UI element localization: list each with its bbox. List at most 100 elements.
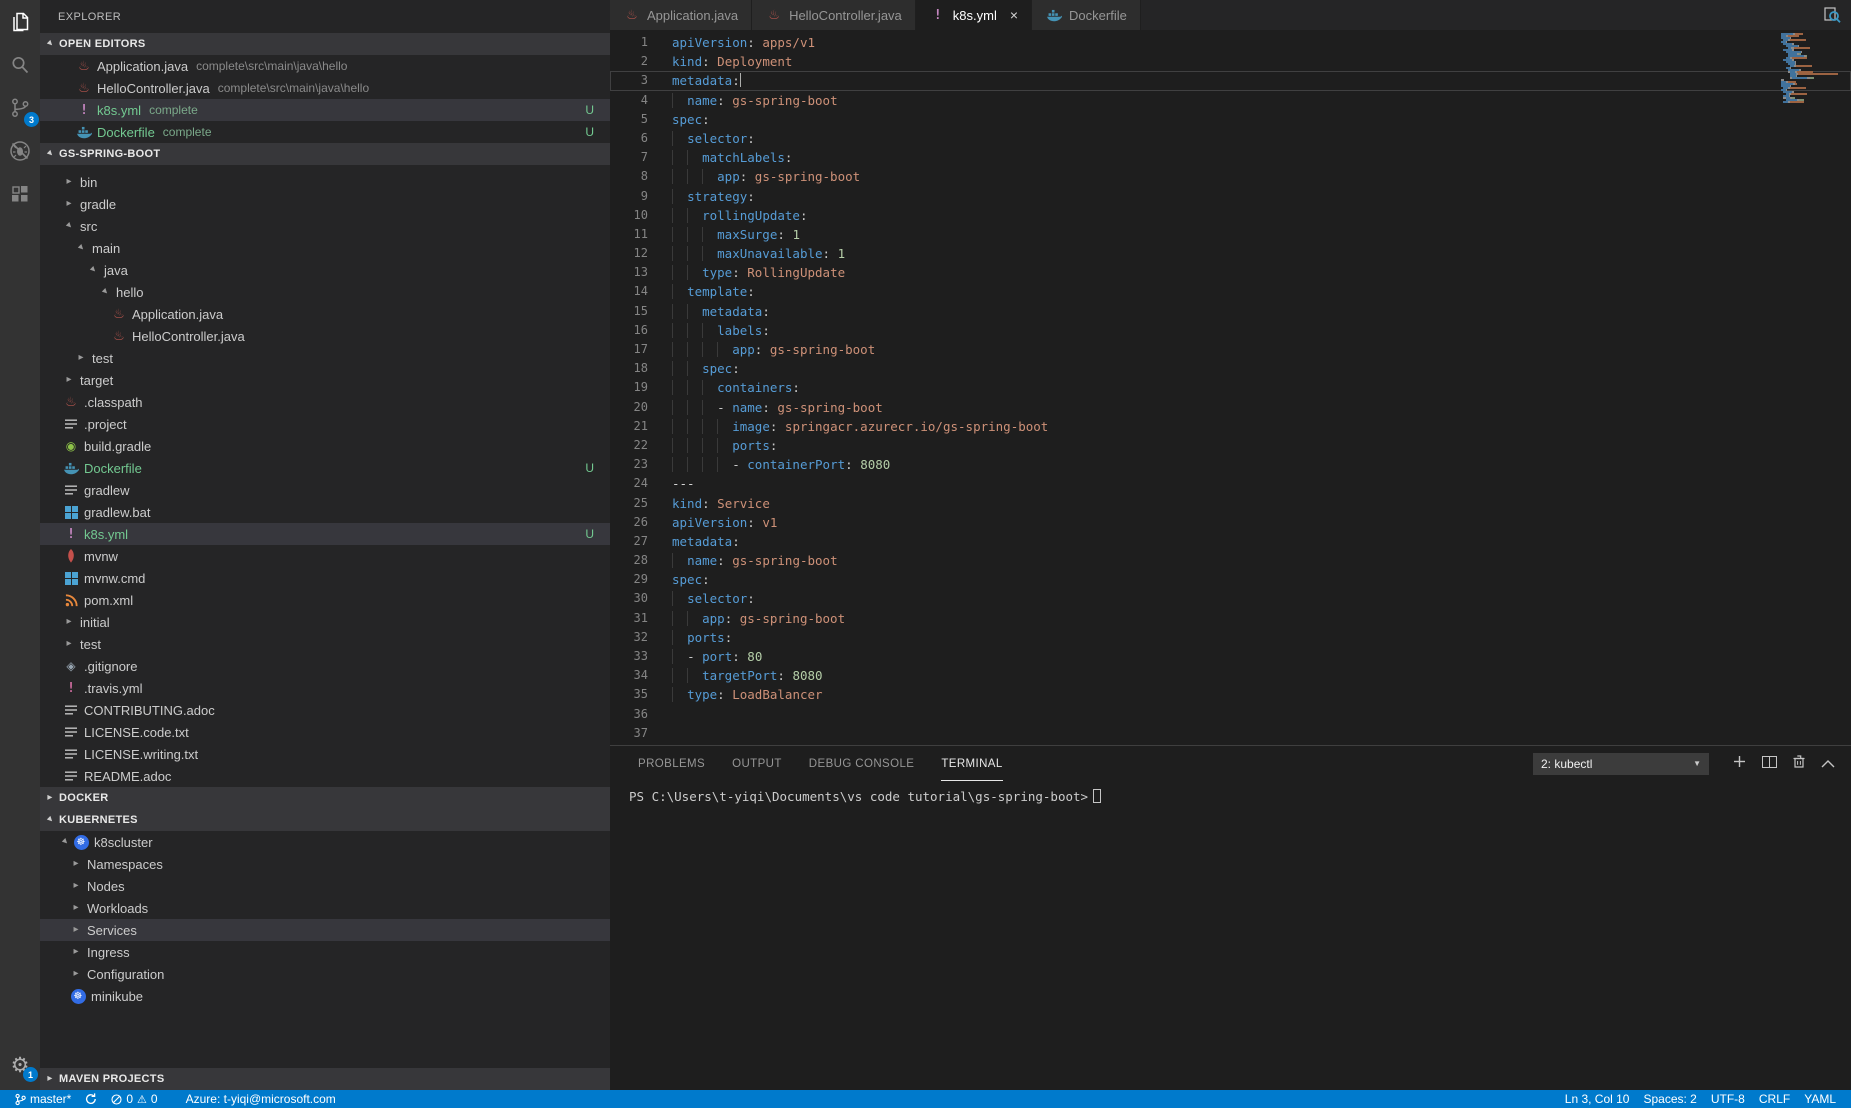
tree-item-ingress[interactable]: ▸Ingress: [40, 941, 610, 963]
tree-item-application-java[interactable]: ♨Application.java: [40, 303, 610, 325]
source-control-icon[interactable]: 3: [0, 86, 40, 129]
code-line[interactable]: 23 - containerPort: 8080: [610, 455, 1851, 474]
kill-terminal-icon[interactable]: [1793, 755, 1805, 773]
code-line[interactable]: 33 - port: 80: [610, 647, 1851, 666]
code-line[interactable]: 36: [610, 705, 1851, 724]
code-line[interactable]: 14 template:: [610, 282, 1851, 301]
azure-account-status[interactable]: Azure: t-yiqi@microsoft.com: [179, 1092, 343, 1106]
code-line[interactable]: 5spec:: [610, 110, 1851, 129]
tree-item-contributing-adoc[interactable]: CONTRIBUTING.adoc: [40, 699, 610, 721]
language-mode-status[interactable]: YAML: [1797, 1092, 1843, 1106]
tree-item-java[interactable]: ▸java: [40, 259, 610, 281]
editor[interactable]: 1apiVersion: apps/v12kind: Deployment3me…: [610, 30, 1851, 745]
tree-item-gradle[interactable]: ▸gradle: [40, 193, 610, 215]
tree-item-initial[interactable]: ▸initial: [40, 611, 610, 633]
sync-status[interactable]: [78, 1093, 104, 1105]
open-editor-application-java[interactable]: ♨Application.javacomplete\src\main\java\…: [40, 55, 610, 77]
code-line[interactable]: 30 selector:: [610, 589, 1851, 608]
code-line[interactable]: 17 app: gs-spring-boot: [610, 340, 1851, 359]
code-line[interactable]: 1apiVersion: apps/v1: [610, 33, 1851, 52]
tree-item-test[interactable]: ▸test: [40, 633, 610, 655]
tab-application-java[interactable]: ♨Application.java: [610, 0, 752, 30]
tree-item-nodes[interactable]: ▸Nodes: [40, 875, 610, 897]
tree-item-gradlew-bat[interactable]: gradlew.bat: [40, 501, 610, 523]
code-line[interactable]: 4 name: gs-spring-boot: [610, 91, 1851, 110]
code-line[interactable]: 12 maxUnavailable: 1: [610, 244, 1851, 263]
search-icon[interactable]: [0, 43, 40, 86]
tree-item-configuration[interactable]: ▸Configuration: [40, 963, 610, 985]
tree-item-readme-adoc[interactable]: README.adoc: [40, 765, 610, 787]
terminal-select[interactable]: 2: kubectl ▼: [1533, 753, 1709, 775]
code-line[interactable]: 8 app: gs-spring-boot: [610, 167, 1851, 186]
section-header-maven[interactable]: ▸ MAVEN PROJECTS: [40, 1068, 610, 1090]
tree-item-bin[interactable]: ▸bin: [40, 171, 610, 193]
tab-k8s-yml[interactable]: !k8s.yml×: [916, 0, 1032, 30]
tree-item-target[interactable]: ▸target: [40, 369, 610, 391]
tab-dockerfile[interactable]: Dockerfile: [1032, 0, 1141, 30]
code-line[interactable]: 35 type: LoadBalancer: [610, 685, 1851, 704]
code-line[interactable]: 26apiVersion: v1: [610, 513, 1851, 532]
settings-gear-icon[interactable]: ⚙ 1: [0, 1053, 40, 1078]
tree-item-workloads[interactable]: ▸Workloads: [40, 897, 610, 919]
open-editor-k8s-yml[interactable]: !k8s.ymlcompleteU: [40, 99, 610, 121]
eol-status[interactable]: CRLF: [1752, 1092, 1797, 1106]
code-line[interactable]: 22 ports:: [610, 436, 1851, 455]
code-line[interactable]: 16 labels:: [610, 321, 1851, 340]
new-terminal-icon[interactable]: [1733, 755, 1746, 773]
tree-item-license-writing-txt[interactable]: LICENSE.writing.txt: [40, 743, 610, 765]
section-header-project[interactable]: ▸ GS-SPRING-BOOT: [40, 143, 610, 165]
cursor-position-status[interactable]: Ln 3, Col 10: [1558, 1092, 1637, 1106]
tree-item-travis-yml[interactable]: !.travis.yml: [40, 677, 610, 699]
tree-item-pom-xml[interactable]: pom.xml: [40, 589, 610, 611]
open-preview-icon[interactable]: [1813, 0, 1851, 30]
git-branch-status[interactable]: master*: [8, 1092, 78, 1106]
tree-item-license-code-txt[interactable]: LICENSE.code.txt: [40, 721, 610, 743]
code-line[interactable]: 3metadata:: [610, 71, 1851, 90]
code-line[interactable]: 10 rollingUpdate:: [610, 206, 1851, 225]
split-terminal-icon[interactable]: [1762, 755, 1777, 773]
section-header-kubernetes[interactable]: ▸ KUBERNETES: [40, 809, 610, 831]
extensions-icon[interactable]: [0, 172, 40, 215]
code-line[interactable]: 32 ports:: [610, 628, 1851, 647]
code-line[interactable]: 6 selector:: [610, 129, 1851, 148]
section-header-docker[interactable]: ▸ DOCKER: [40, 787, 610, 809]
code-line[interactable]: 21 image: springacr.azurecr.io/gs-spring…: [610, 417, 1851, 436]
code-line[interactable]: 13 type: RollingUpdate: [610, 263, 1851, 282]
tree-item-test[interactable]: ▸test: [40, 347, 610, 369]
indentation-status[interactable]: Spaces: 2: [1636, 1092, 1703, 1106]
panel-tab-problems[interactable]: PROBLEMS: [638, 746, 705, 781]
panel-tab-terminal[interactable]: TERMINAL: [941, 746, 1002, 781]
code-line[interactable]: 7 matchLabels:: [610, 148, 1851, 167]
code-line[interactable]: 27metadata:: [610, 532, 1851, 551]
maximize-panel-icon[interactable]: [1821, 755, 1835, 773]
code-line[interactable]: 28 name: gs-spring-boot: [610, 551, 1851, 570]
code-line[interactable]: 31 app: gs-spring-boot: [610, 609, 1851, 628]
code-line[interactable]: 9 strategy:: [610, 187, 1851, 206]
close-icon[interactable]: ×: [1010, 8, 1018, 22]
code-line[interactable]: 20 - name: gs-spring-boot: [610, 398, 1851, 417]
open-editor-hellocontroller-java[interactable]: ♨HelloController.javacomplete\src\main\j…: [40, 77, 610, 99]
code-line[interactable]: 19 containers:: [610, 378, 1851, 397]
explorer-icon[interactable]: [0, 0, 40, 43]
tree-item-gradlew[interactable]: gradlew: [40, 479, 610, 501]
tree-item-src[interactable]: ▸src: [40, 215, 610, 237]
tree-item-classpath[interactable]: ♨.classpath: [40, 391, 610, 413]
code-line[interactable]: 25kind: Service: [610, 494, 1851, 513]
open-editor-dockerfile[interactable]: DockerfilecompleteU: [40, 121, 610, 143]
tree-item-build-gradle[interactable]: ◉build.gradle: [40, 435, 610, 457]
tree-item-mvnw-cmd[interactable]: mvnw.cmd: [40, 567, 610, 589]
code-line[interactable]: 34 targetPort: 8080: [610, 666, 1851, 685]
tree-item-hellocontroller-java[interactable]: ♨HelloController.java: [40, 325, 610, 347]
problems-status[interactable]: 0 ⚠ 0: [104, 1092, 164, 1106]
tree-item-main[interactable]: ▸main: [40, 237, 610, 259]
code-line[interactable]: 37: [610, 724, 1851, 743]
tree-item-dockerfile[interactable]: DockerfileU: [40, 457, 610, 479]
section-header-open-editors[interactable]: ▸ OPEN EDITORS: [40, 33, 610, 55]
tab-hellocontroller-java[interactable]: ♨HelloController.java: [752, 0, 916, 30]
tree-item-services[interactable]: ▸Services: [40, 919, 610, 941]
code-line[interactable]: 18 spec:: [610, 359, 1851, 378]
terminal[interactable]: PS C:\Users\t-yiqi\Documents\vs code tut…: [610, 781, 1851, 804]
panel-tab-output[interactable]: OUTPUT: [732, 746, 782, 781]
code-line[interactable]: 11 maxSurge: 1: [610, 225, 1851, 244]
tree-item-gitignore[interactable]: ◈.gitignore: [40, 655, 610, 677]
